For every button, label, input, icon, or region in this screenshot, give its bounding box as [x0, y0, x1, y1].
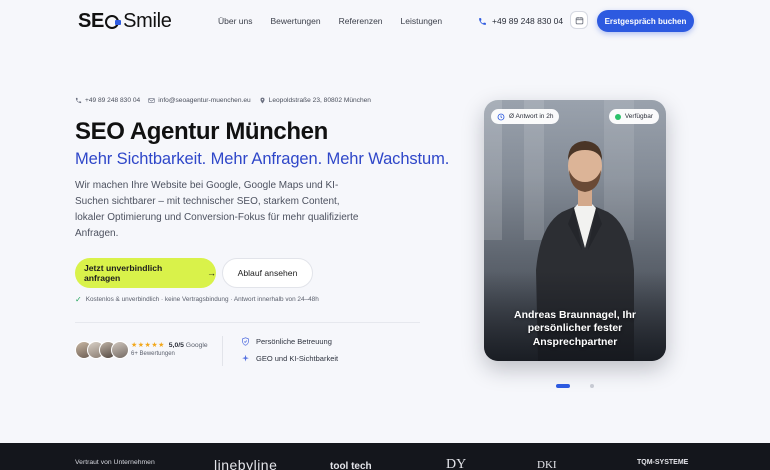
carousel-pagination [556, 384, 594, 388]
contact-person-card: Ø Antwort in 2h Verfügbar Andreas Braunn… [484, 100, 666, 361]
mail-icon [148, 98, 155, 103]
client-logo-linebyline: linebyline [214, 457, 278, 470]
logo-text-smile: Smile [123, 10, 172, 32]
hero-description: Wir machen Ihre Website bei Google, Goog… [75, 180, 359, 239]
calendar-icon [575, 16, 583, 24]
client-logo-tqm: TQM-SYSTEME [637, 459, 689, 466]
clock-icon [497, 113, 505, 120]
top-navigation: SE Smile Über uns Bewertungen Referenzen… [0, 0, 770, 42]
availability-badge: Verfügbar [608, 109, 659, 124]
contact-address-text: Leopoldstraße 23, 80802 München [268, 97, 371, 104]
hero-note: ✓ Kostenlos & unverbindlich · keine Vert… [75, 295, 319, 304]
contact-address[interactable]: Leopoldstraße 23, 80802 München [259, 97, 371, 104]
logo-text-seo: SE [78, 10, 105, 32]
contact-info-line: +49 89 248 830 04 info@seoagentur-muench… [75, 97, 371, 104]
vertical-divider [222, 336, 223, 366]
nav-phone-link[interactable]: +49 89 248 830 04 [478, 16, 563, 26]
logo[interactable]: SE Smile [78, 10, 172, 33]
trusted-by-label: Vertraut von Unternehmen [75, 459, 155, 466]
hero-note-text: Kostenlos & unverbindlich · keine Vertra… [85, 296, 319, 303]
feature-personal-support: Persönliche Betreuung [241, 337, 332, 346]
inquiry-button-label: Jetzt unverbindlich anfragen [84, 263, 163, 283]
contact-person-caption: Andreas Braunnagel, Ihr persönlicher fes… [514, 308, 636, 348]
book-consultation-button[interactable]: Erstgespräch buchen [597, 10, 694, 32]
feature-geo-ai: GEO und KI-Sichtbarkeit [241, 354, 338, 363]
hero-subtitle: Mehr Sichtbarkeit. Mehr Anfragen. Mehr W… [75, 150, 450, 168]
trusted-by-strip: Vertraut von Unternehmen linebyline tool… [0, 443, 770, 470]
pagination-dot[interactable] [590, 384, 594, 388]
phone-icon [75, 97, 82, 104]
google-rating[interactable]: ★★★★★ 5,0/5 Google [131, 341, 208, 349]
logo-o-icon [105, 14, 122, 29]
client-logo-dy: DY [446, 457, 467, 470]
contact-email-text: info@seoagentur-muenchen.eu [158, 97, 251, 104]
feature-label: GEO und KI-Sichtbarkeit [256, 354, 339, 363]
star-rating-icon: ★★★★★ [131, 342, 165, 349]
calendar-button[interactable] [570, 11, 588, 29]
client-logo-dki: DKI [537, 459, 557, 470]
menu-item-ueber-uns[interactable]: Über uns [218, 16, 253, 26]
rating-source: Google [185, 342, 208, 349]
main-menu: Über uns Bewertungen Referenzen Leistung… [218, 16, 442, 26]
response-time-badge: Ø Antwort in 2h [491, 109, 560, 124]
phone-icon [479, 17, 486, 25]
inquiry-button[interactable]: Jetzt unverbindlich anfragen → [75, 258, 216, 288]
contact-phone-text: +49 89 248 830 04 [85, 97, 141, 104]
feature-label: Persönliche Betreuung [256, 337, 332, 346]
page-title: SEO Agentur München [75, 118, 328, 145]
nav-phone-text: +49 89 248 830 04 [492, 16, 564, 26]
menu-item-bewertungen[interactable]: Bewertungen [271, 16, 321, 26]
status-dot-icon [614, 113, 621, 120]
sparkle-icon [242, 354, 249, 362]
avatar [111, 341, 129, 359]
shield-check-icon [242, 337, 249, 346]
location-pin-icon [260, 97, 265, 104]
view-process-button[interactable]: Ablauf ansehen [222, 258, 313, 288]
contact-phone[interactable]: +49 89 248 830 04 [75, 97, 140, 104]
divider [75, 322, 420, 323]
client-logo-tooltech: tool tech [330, 461, 372, 470]
availability-text: Verfügbar [624, 113, 653, 120]
customer-avatars [75, 341, 129, 359]
menu-item-leistungen[interactable]: Leistungen [401, 16, 443, 26]
rating-score: 5,0/5 [168, 342, 184, 349]
check-circle-icon: ✓ [75, 295, 82, 304]
response-time-text: Ø Antwort in 2h [509, 113, 554, 120]
contact-email[interactable]: info@seoagentur-muenchen.eu [148, 97, 251, 104]
review-count: 6+ Bewertungen [131, 351, 175, 357]
arrow-right-icon: → [207, 268, 216, 278]
pagination-dot-active[interactable] [556, 384, 570, 388]
menu-item-referenzen[interactable]: Referenzen [339, 16, 383, 26]
